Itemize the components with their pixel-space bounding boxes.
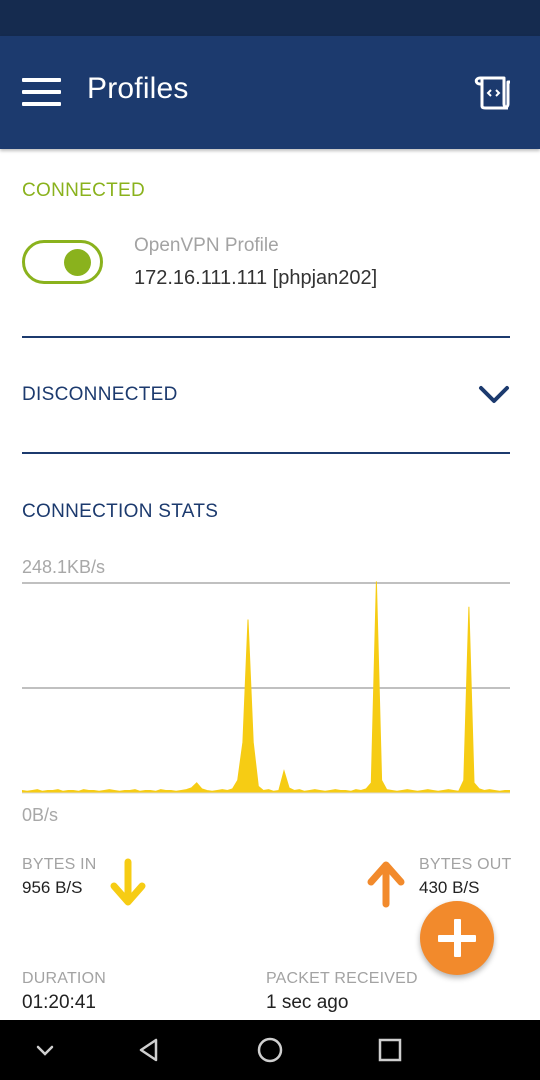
- packet-received-label: PACKET RECEIVED: [266, 970, 418, 987]
- bytes-out-value: 430 B/S: [419, 878, 480, 897]
- toggle-knob: [64, 249, 91, 276]
- disconnected-section-header[interactable]: DISCONNECTED: [0, 370, 540, 422]
- add-profile-button[interactable]: [420, 901, 494, 975]
- chart-series-area: [22, 581, 510, 794]
- chart-min-rate: 0B/s: [22, 805, 59, 825]
- bytes-in-value: 956 B/S: [22, 878, 83, 897]
- connection-toggle[interactable]: [22, 240, 103, 284]
- home-icon[interactable]: [254, 1034, 286, 1066]
- profile-name: OpenVPN Profile: [134, 235, 279, 256]
- status-bar: [0, 0, 540, 36]
- chart-max-rate: 248.1KB/s: [22, 557, 106, 577]
- app-bar: Profiles: [0, 36, 540, 149]
- plus-icon-stroke: [454, 919, 461, 957]
- profile-host: 172.16.111.111 [phpjan202]: [134, 267, 378, 289]
- collapse-down-icon[interactable]: [29, 1034, 61, 1066]
- duration-value: 01:20:41: [22, 992, 96, 1013]
- bytes-in-label: BYTES IN: [22, 856, 97, 873]
- throughput-chart: [22, 581, 510, 794]
- bytes-out-label: BYTES OUT: [419, 856, 512, 873]
- arrow-down-icon: [108, 858, 148, 913]
- recents-icon[interactable]: [374, 1034, 406, 1066]
- packet-received-value: 1 sec ago: [266, 992, 349, 1013]
- chevron-down-icon[interactable]: [478, 384, 510, 406]
- divider: [22, 452, 510, 454]
- divider: [22, 336, 510, 338]
- connection-stats-label: CONNECTION STATS: [22, 501, 219, 522]
- back-icon[interactable]: [134, 1034, 166, 1066]
- system-nav-bar: [0, 1020, 540, 1080]
- duration-label: DURATION: [22, 970, 106, 987]
- page-title: Profiles: [87, 72, 189, 105]
- connected-section-label: CONNECTED: [22, 180, 146, 201]
- hamburger-menu-icon[interactable]: [22, 78, 62, 108]
- disconnected-section-label: DISCONNECTED: [22, 384, 178, 405]
- import-profile-icon[interactable]: [470, 72, 514, 112]
- arrow-up-icon: [364, 858, 408, 913]
